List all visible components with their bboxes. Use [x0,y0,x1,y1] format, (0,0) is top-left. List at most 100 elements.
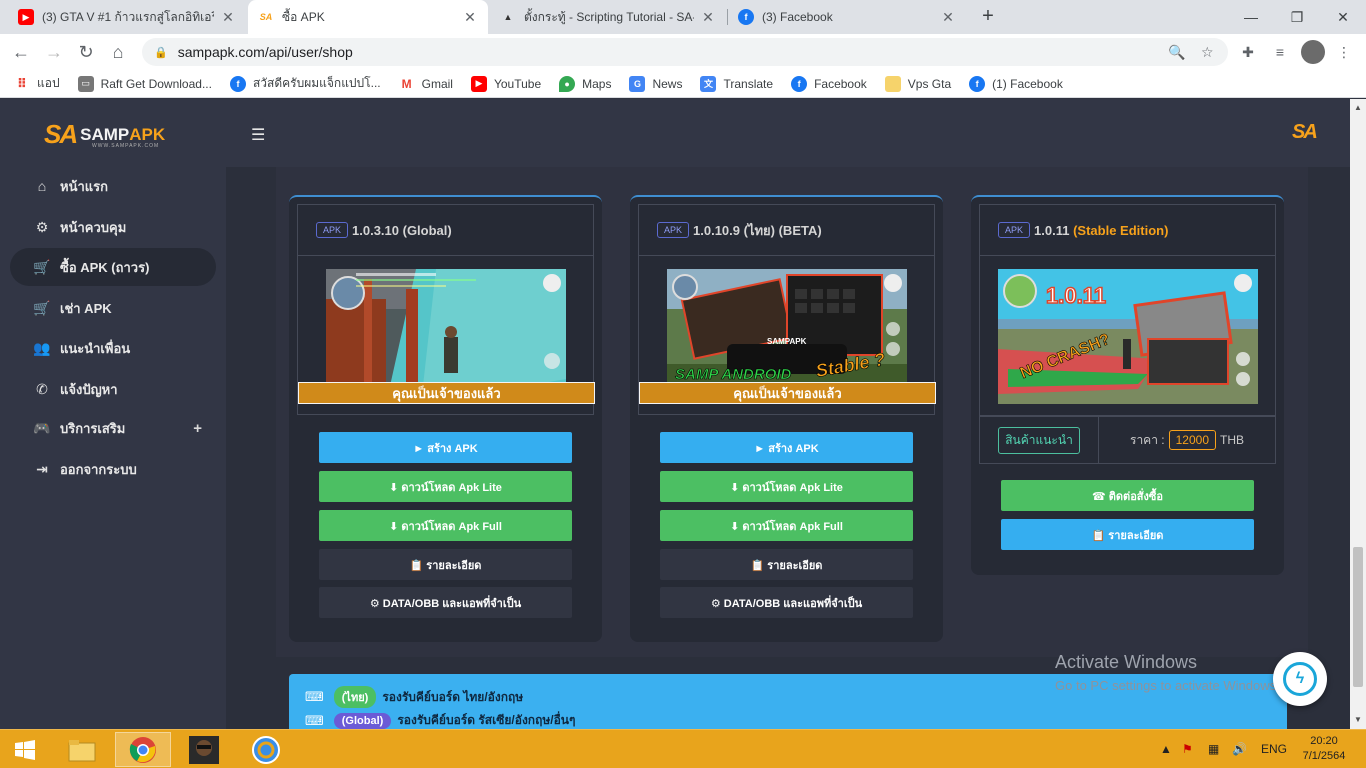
details-button[interactable]: 📋 รายละเอียด [660,549,913,580]
facebook-icon: f [229,75,246,92]
taskbar-clock[interactable]: 20:20 7/1/2564 [1292,734,1356,764]
card-price-row: สินค้าแนะนำ ราคา : 12000 THB [979,416,1276,464]
menu-kebab-icon[interactable]: ⋮ [1332,40,1356,64]
owned-banner: คุณเป็นเจ้าของแล้ว [298,382,595,404]
globe-app-button[interactable] [238,732,294,767]
sa-logo-small[interactable]: SA [1292,121,1318,144]
tab-facebook[interactable]: f (3) Facebook ✕ [728,0,966,34]
scroll-up-arrow-icon[interactable]: ▲ [1354,103,1362,112]
build-apk-button[interactable]: ► สร้าง APK [660,432,913,463]
logo-text-2: APK [129,124,166,144]
lang-pill: (ไทย) [333,686,377,708]
home-icon[interactable]: ⌂ [106,40,130,64]
game-screenshot: 1.0.11 NO CRASH? [998,269,1258,404]
product-card-thai-beta: APK 1.0.10.9 (ไทย) (BETA) SAMPAPK SAMP A… [630,195,943,642]
address-bar[interactable]: 🔒 sampapk.com/api/user/shop [142,38,1228,66]
bookmark-label: Translate [723,76,774,91]
logo-text: SAMPAPK [80,125,165,145]
data-obb-button[interactable]: ⚙ DATA/OBB และแอพที่จำเป็น [319,587,572,618]
sidebar-item-report[interactable]: ✆ แจ้งปัญหา [10,370,216,408]
sidebar-item-home[interactable]: ⌂ หน้าแรก [10,167,216,205]
bookmark-gmail[interactable]: M Gmail [398,75,453,92]
data-obb-button[interactable]: ⚙ DATA/OBB และแอพที่จำเป็น [660,587,913,618]
download-full-button[interactable]: ⬇ ดาวน์โหลด Apk Full [319,510,572,541]
expand-plus-icon[interactable]: + [193,420,202,437]
volume-icon[interactable]: 🔊 [1232,742,1247,756]
tab-buy-apk[interactable]: SA ซื้อ APK ✕ [248,0,488,34]
messenger-chat-button[interactable]: ϟ [1273,652,1327,706]
sidebar-item-rent-apk[interactable]: 🛒 เช่า APK [10,289,216,327]
start-button[interactable] [0,732,50,767]
apk-badge: APK [657,222,690,238]
bookmark-raft[interactable]: ▭ Raft Get Download... [77,75,212,92]
scroll-down-arrow-icon[interactable]: ▼ [1354,715,1362,724]
bookmark-label: YouTube [493,76,542,91]
bookmark-vps-gta[interactable]: Vps Gta [884,75,951,92]
cart-icon: 🛒 [33,299,51,316]
sign-out-icon: ⇥ [36,460,48,477]
logo-subtitle: WWW.SAMPAPK.COM [92,143,160,149]
download-lite-button[interactable]: ⬇ ดาวน์โหลด Apk Lite [319,471,572,502]
sidebar-item-control-panel[interactable]: ⚙ หน้าควบคุม [10,208,216,246]
chrome-taskbar-button[interactable] [115,732,171,767]
zoom-search-icon[interactable]: 🔍 [1168,44,1185,61]
sidebar-item-extra-services[interactable]: 🎮 บริการเสริม + [10,409,216,447]
new-tab-button[interactable]: + [976,5,1000,29]
minimize-icon[interactable]: — [1228,0,1274,34]
details-button[interactable]: 📋 รายละเอียด [1001,519,1254,550]
bookmark-translate[interactable]: 文 Translate [700,75,774,92]
profile-avatar[interactable] [1301,40,1325,64]
extensions-icon[interactable]: ✚ [1236,40,1260,64]
action-center-flag-icon[interactable]: ⚑ [1182,742,1193,756]
bookmark-label: แอป [37,76,60,90]
bookmark-label: News [652,76,683,91]
bookmark-apps[interactable]: ⠿ แอป [14,74,60,93]
youtube-icon: ▶ [18,9,34,25]
media-control-icon[interactable]: ≡ [1268,40,1292,64]
language-indicator[interactable]: ENG [1261,742,1287,756]
bookmark-facebook[interactable]: f Facebook [791,75,867,92]
back-arrow-icon[interactable]: ← [9,40,33,64]
card-image: SAMPAPK SAMP ANDROID Stable ? คุณเป็นเจ้… [638,256,936,415]
download-full-button[interactable]: ⬇ ดาวน์โหลด Apk Full [660,510,913,541]
build-apk-button[interactable]: ► สร้าง APK [319,432,572,463]
keyboard-info-text: รองรับคีย์บอร์ด รัสเซีย/อังกฤษ/อื่นๆ [397,713,576,727]
bookmark-star-icon[interactable]: ☆ [1201,44,1214,61]
gta-taskbar-button[interactable] [176,732,232,767]
tray-expand-icon[interactable]: ▲ [1160,742,1172,756]
scrollbar-thumb[interactable] [1353,547,1363,687]
card-header: APK 1.0.10.9 (ไทย) (BETA) [638,204,935,256]
bookmark-facebook-1[interactable]: f (1) Facebook [969,75,1063,92]
restore-icon[interactable]: ❐ [1274,0,1320,34]
page-scrollbar[interactable]: ▲ ▼ [1350,99,1366,729]
bookmark-youtube[interactable]: ▶ YouTube [470,75,542,92]
keyboard-info-global: ⌨ (Global) รองรับคีย์บอร์ด รัสเซีย/อังกฤ… [305,711,575,729]
download-lite-button[interactable]: ⬇ ดาวน์โหลด Apk Lite [660,471,913,502]
file-explorer-button[interactable] [54,732,110,767]
owned-banner: คุณเป็นเจ้าของแล้ว [639,382,936,404]
clock-time: 20:20 [1310,735,1338,747]
close-icon[interactable]: ✕ [700,9,716,26]
close-icon[interactable]: ✕ [940,9,956,26]
reload-icon[interactable]: ↻ [74,40,98,64]
network-icon[interactable]: ▦ [1208,742,1219,756]
forward-arrow-icon[interactable]: → [42,40,66,64]
bookmark-maps[interactable]: ● Maps [559,75,611,92]
hamburger-menu-icon[interactable]: ☰ [251,125,265,145]
tab-scripting-tutorial[interactable]: ▲ ตั้งกระทู้ - Scripting Tutorial - SA-M… [490,0,726,34]
keyboard-icon: ⌨ [305,712,324,728]
sidebar-item-buy-apk[interactable]: 🛒 ซื้อ APK (ถาวร) [10,248,216,286]
close-window-icon[interactable]: ✕ [1320,0,1366,34]
close-icon[interactable]: ✕ [462,9,478,26]
bookmark-news[interactable]: G News [629,75,683,92]
close-icon[interactable]: ✕ [220,9,236,26]
globe-icon [252,735,280,764]
sidebar-item-logout[interactable]: ⇥ ออกจากระบบ [10,450,216,488]
version-title: 1.0.10.9 (ไทย) (BETA) [693,222,822,238]
contact-order-button[interactable]: ☎ ติดต่อสั่งซื้อ [1001,480,1254,511]
sidebar-item-referral[interactable]: 👥 แนะนำเพื่อน [10,329,216,367]
tab-youtube[interactable]: ▶ (3) GTA V #1 ก้าวแรกสู่โลกอิทิเอริ - Y… [8,0,246,34]
sampapk-icon: SA [258,9,274,25]
details-button[interactable]: 📋 รายละเอียด [319,549,572,580]
bookmark-facebook-post[interactable]: f สวัสดีครับผมแจ็กแปปโ... [229,74,381,93]
